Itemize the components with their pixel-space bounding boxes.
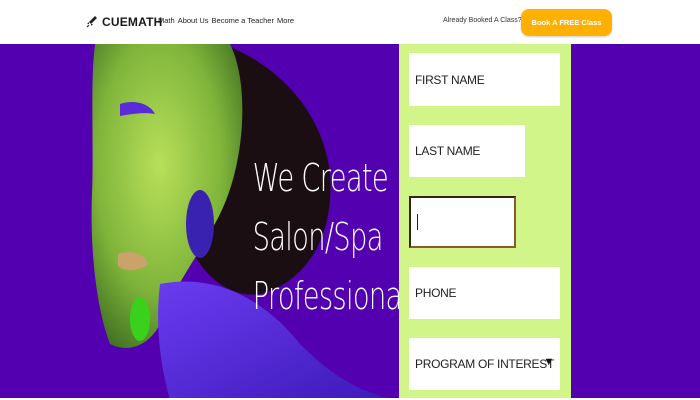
first-name-placeholder: FIRST NAME [415, 72, 485, 87]
already-booked-link[interactable]: Already Booked A Class? [443, 17, 522, 24]
first-name-field[interactable]: FIRST NAME [409, 53, 560, 106]
lead-form: FIRST NAME LAST NAME PHONE PROGRAM OF IN… [399, 44, 571, 400]
program-select[interactable]: PROGRAM OF INTEREST ▼ [409, 338, 560, 390]
dropdown-arrow-icon: ▼ [543, 356, 554, 368]
main-nav: Math About Us Become a Teacher More [158, 16, 294, 25]
headline-line: Professionals [252, 274, 423, 318]
headline-line: Salon/Spa [252, 215, 384, 259]
top-nav-bar: CUEMATH Math About Us Become a Teacher M… [0, 0, 700, 45]
nav-item-about[interactable]: About Us [178, 16, 209, 25]
nav-item-math[interactable]: Math [158, 16, 175, 25]
hero-headline: We Create Salon/Spa Professionals [252, 149, 423, 326]
hero-right-background [571, 44, 700, 400]
last-name-placeholder: LAST NAME [415, 144, 481, 158]
phone-placeholder: PHONE [415, 286, 457, 300]
logo-wordmark: CUEMATH [102, 15, 163, 29]
nav-item-become-teacher[interactable]: Become a Teacher [212, 16, 274, 25]
program-placeholder: PROGRAM OF INTEREST [415, 357, 554, 371]
phone-field[interactable]: PHONE [409, 267, 560, 319]
nav-item-more[interactable]: More [277, 16, 294, 25]
book-free-class-button[interactable]: Book A FREE Class [521, 9, 612, 36]
headline-line: We Create [252, 156, 389, 200]
brand-logo[interactable]: CUEMATH [86, 14, 163, 30]
last-name-field[interactable]: LAST NAME [409, 125, 525, 177]
text-cursor [417, 214, 418, 230]
email-field[interactable] [409, 196, 516, 248]
rocket-icon [86, 16, 97, 28]
